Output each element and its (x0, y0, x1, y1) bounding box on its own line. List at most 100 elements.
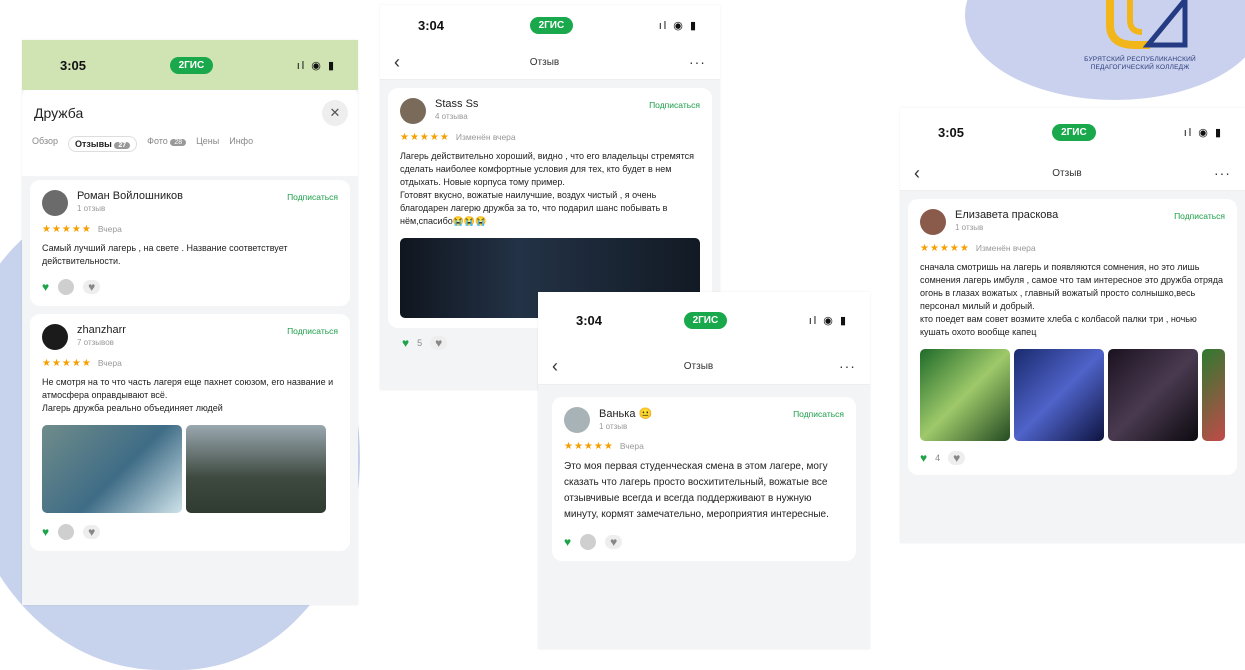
status-bar: 3:05 2ГИС ıl ◉ ▮ (900, 108, 1245, 156)
like-heart-icon[interactable]: ♥ (430, 336, 448, 350)
logo-mark-icon (1106, 0, 1188, 49)
reviewer-name[interactable]: Роман Войлошников (77, 190, 287, 202)
review-card: zhanzharr 7 отзывов Подписаться ★★★★★ Вче… (30, 314, 350, 551)
reviewer-review-count: 1 отзыв (599, 422, 628, 431)
tab-info[interactable]: Инфо (229, 136, 253, 152)
tab-overview[interactable]: Обзор (32, 136, 58, 152)
more-icon[interactable]: ··· (689, 54, 706, 70)
follow-button[interactable]: Подписаться (287, 326, 338, 336)
avatar[interactable] (400, 98, 426, 124)
avatar[interactable] (564, 407, 590, 433)
liked-heart-icon[interactable]: ♥ (42, 525, 49, 539)
like-heart-icon[interactable]: ♥ (605, 535, 623, 549)
logo-caption-line2: педагогический колледж (1090, 64, 1190, 71)
more-icon[interactable]: ··· (1214, 165, 1231, 181)
status-time: 3:04 (418, 17, 445, 33)
tab-reviews-label: Отзывы (75, 139, 112, 149)
tab-prices[interactable]: Цены (196, 136, 219, 152)
review-date: Изменён вчера (455, 132, 516, 142)
reviewer-name[interactable]: Stass Ss (435, 98, 649, 110)
place-title: Дружба (34, 105, 84, 121)
follow-button[interactable]: Подписаться (649, 100, 700, 110)
close-icon[interactable]: ✕ (322, 100, 348, 126)
status-time: 3:05 (938, 124, 965, 140)
review-photo[interactable] (1013, 349, 1104, 441)
phone-screen-review-vanka: 3:04 2ГИС ıl ◉ ▮ ‹ Отзыв ··· Ванька 😐 1 … (538, 292, 870, 649)
likes-count: 4 (935, 453, 941, 463)
reviewer-name[interactable]: Елизавета праскова (955, 209, 1174, 221)
avatar[interactable] (920, 209, 946, 235)
rating-stars: ★★★★★ Изменён вчера (920, 243, 1036, 254)
follow-button[interactable]: Подписаться (793, 409, 844, 419)
rating-stars: ★★★★★ Вчера (42, 224, 122, 235)
status-time: 3:04 (576, 312, 603, 328)
like-heart-icon[interactable]: ♥ (948, 451, 966, 465)
review-text: сначала смотришь на лагерь и появляются … (920, 262, 1224, 337)
review-text: Это моя первая студенческая смена в этом… (564, 461, 829, 520)
status-bar: 3:04 2ГИС ıl ◉ ▮ (380, 5, 720, 45)
review-photo[interactable] (42, 425, 182, 513)
status-bar: 3:05 2ГИС ıl ◉ ▮ (22, 40, 358, 90)
like-heart-icon[interactable]: ♥ (83, 280, 101, 294)
back-icon[interactable]: ‹ (394, 52, 400, 73)
review-photo[interactable] (186, 425, 326, 513)
brand-pill[interactable]: 2ГИС (169, 56, 214, 74)
review-date: Изменён вчера (975, 243, 1036, 253)
review-photo[interactable] (920, 349, 1010, 441)
phone-screen-reviews-list: 3:05 2ГИС ıl ◉ ▮ Дружба ✕ Обзор Отзывы 2… (22, 40, 358, 605)
review-text: Лагерь действительно хороший, видно , чт… (400, 151, 695, 226)
status-icons: ıl ◉ ▮ (658, 19, 698, 32)
logo-caption-line1: Бурятский республиканский (1084, 56, 1196, 63)
likes-row: ♥ ♥ (42, 523, 338, 541)
review-date: Вчера (619, 441, 644, 451)
likes-row: ♥ 4 ♥ (920, 451, 1225, 465)
status-time: 3:05 (60, 57, 87, 73)
review-card: Ванька 😐 1 отзыв Подписаться ★★★★★ Вчера … (552, 397, 856, 561)
likes-row: ♥ ♥ (564, 533, 844, 551)
college-logo: Бурятский республиканский педагогический… (1065, 0, 1215, 80)
avatar[interactable] (42, 190, 68, 216)
more-icon[interactable]: ··· (839, 358, 856, 374)
rating-stars: ★★★★★ Вчера (564, 441, 644, 452)
review-text: Самый лучший лагерь , на свете . Названи… (42, 243, 288, 266)
tab-photos-label: Фото (147, 136, 168, 146)
tab-photos-badge: 28 (170, 139, 187, 146)
follow-button[interactable]: Подписаться (287, 192, 338, 202)
review-card: Роман Войлошников 1 отзыв Подписаться ★★… (30, 180, 350, 306)
avatar[interactable] (42, 324, 68, 350)
tab-reviews-badge: 27 (114, 142, 131, 149)
reviewer-review-count: 1 отзыв (955, 223, 984, 232)
nav-title: Отзыв (1052, 167, 1082, 179)
nav-bar: ‹ Отзыв ··· (900, 156, 1245, 191)
review-date: Вчера (97, 358, 122, 368)
status-icons: ıl ◉ ▮ (808, 314, 848, 327)
brand-pill[interactable]: 2ГИС (529, 16, 574, 34)
liked-heart-icon[interactable]: ♥ (564, 535, 571, 549)
brand-pill[interactable]: 2ГИС (1052, 123, 1096, 141)
review-photo[interactable] (1107, 349, 1198, 441)
reviewer-review-count: 1 отзыв (77, 204, 106, 213)
liked-heart-icon[interactable]: ♥ (42, 280, 49, 294)
back-icon[interactable]: ‹ (914, 163, 920, 184)
brand-pill[interactable]: 2ГИС (683, 311, 728, 329)
tab-photos[interactable]: Фото 28 (147, 136, 187, 152)
reviewer-review-count: 7 отзывов (77, 338, 114, 347)
liker-avatar (57, 523, 76, 541)
reviewer-name[interactable]: zhanzharr (77, 324, 287, 336)
reviewer-name[interactable]: Ванька 😐 (599, 407, 793, 420)
liked-heart-icon[interactable]: ♥ (920, 451, 927, 465)
liked-heart-icon[interactable]: ♥ (402, 336, 409, 350)
likes-count: 5 (417, 338, 423, 348)
rating-stars: ★★★★★ Изменён вчера (400, 132, 516, 143)
review-card: Елизавета праскова 1 отзыв Подписаться ★… (908, 199, 1237, 475)
nav-title: Отзыв (529, 56, 560, 68)
tab-reviews[interactable]: Отзывы 27 (68, 136, 138, 152)
liker-avatar (579, 533, 598, 551)
status-icons: ıl ◉ ▮ (296, 59, 336, 72)
back-icon[interactable]: ‹ (552, 356, 558, 377)
status-icons: ıl ◉ ▮ (1183, 126, 1223, 139)
review-photo[interactable] (1201, 349, 1226, 441)
follow-button[interactable]: Подписаться (1174, 211, 1225, 221)
like-heart-icon[interactable]: ♥ (83, 525, 101, 539)
place-header: Дружба ✕ Обзор Отзывы 27 Фото 28 Цены Ин… (22, 86, 358, 176)
